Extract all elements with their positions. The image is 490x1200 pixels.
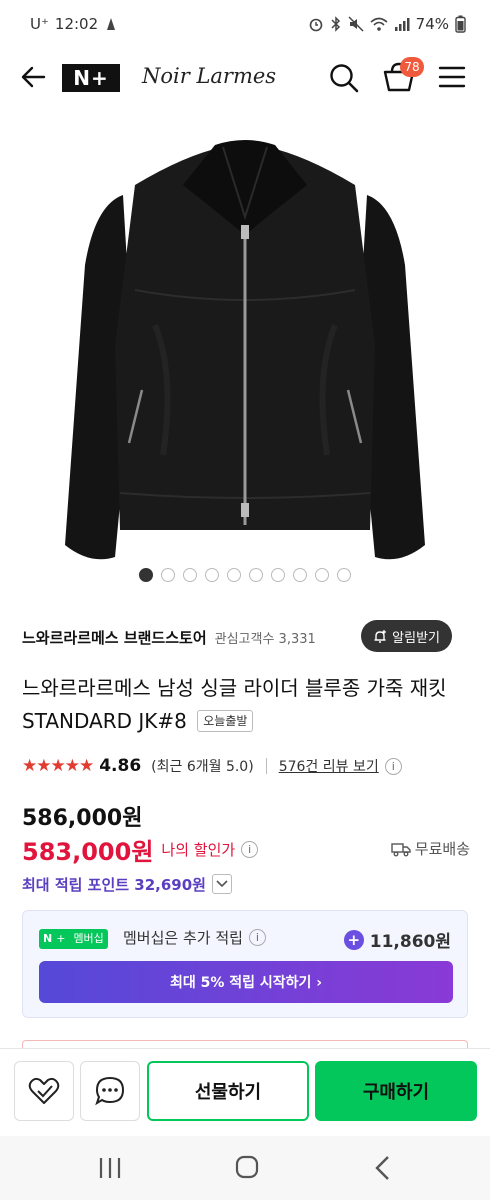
nplus-membership-badge: N + 멤버십	[39, 929, 108, 949]
chevron-down-icon[interactable]	[211, 874, 232, 894]
heart-check-icon	[28, 1077, 60, 1104]
carrier-label: U⁺	[30, 15, 49, 33]
brand-logo[interactable]: Noir Larmes	[142, 64, 276, 88]
gallery-dot[interactable]	[227, 568, 241, 582]
arrow-left-icon	[21, 66, 46, 88]
gallery-dot[interactable]	[139, 568, 153, 582]
search-icon	[330, 64, 359, 93]
membership-label: 멤버십은 추가 적립	[123, 929, 243, 947]
signal-icon	[394, 18, 410, 31]
gallery-dot[interactable]	[183, 568, 197, 582]
truck-icon	[391, 842, 411, 856]
bottom-action-bar: 선물하기 구매하기	[0, 1048, 490, 1134]
gallery-dot[interactable]	[337, 568, 351, 582]
menu-button[interactable]	[438, 64, 466, 90]
status-time: 12:02	[54, 15, 99, 33]
badge-n: N	[39, 929, 57, 949]
star-rating: ★★★★★	[22, 756, 94, 776]
cart-count-badge: 78	[400, 57, 424, 77]
membership-box: N + 멤버십 멤버십은 추가 적립 i + 11,860원 최대 5% 적립 …	[22, 910, 468, 1018]
home-icon	[235, 1155, 259, 1179]
leather-jacket-photo	[65, 140, 425, 560]
status-left: U⁺ 12:02	[30, 15, 118, 33]
membership-text: 멤버십은 추가 적립 i	[123, 927, 266, 948]
store-name-link[interactable]: 느와르라르메스 브랜드스토어	[22, 627, 207, 648]
rating-value: 4.86	[99, 756, 142, 776]
gift-button[interactable]: 선물하기	[147, 1061, 309, 1121]
buy-button[interactable]: 구매하기	[315, 1061, 477, 1121]
info-icon[interactable]: i	[248, 929, 266, 946]
recents-icon	[99, 1158, 121, 1178]
battery-icon	[455, 15, 466, 33]
notification-icon	[107, 18, 116, 30]
gallery-dot[interactable]	[271, 568, 285, 582]
original-price: 586,000원	[22, 806, 143, 831]
gallery-dot[interactable]	[315, 568, 329, 582]
wishlist-button[interactable]	[14, 1061, 74, 1121]
bluetooth-icon	[331, 16, 340, 32]
hamburger-menu-icon	[438, 66, 466, 88]
gallery-dot[interactable]	[205, 568, 219, 582]
recent-rating: (최근 6개월 5.0)	[151, 759, 254, 775]
chevron-left-icon	[375, 1156, 389, 1180]
product-title: 느와르라르메스 남성 싱글 라이더 블루종 가죽 재킷 STANDARD JK#…	[22, 672, 472, 738]
shipping-label: 무료배송	[414, 840, 470, 858]
discount-price: 583,000원	[22, 837, 154, 866]
alarm-icon	[309, 18, 322, 32]
start-membership-button[interactable]: 최대 5% 적립 시작하기 ›	[39, 961, 453, 1003]
top-nav: N+ Noir Larmes 78	[0, 50, 490, 106]
recents-button[interactable]	[96, 1154, 124, 1182]
divider	[265, 758, 267, 774]
gallery-dot[interactable]	[249, 568, 263, 582]
today-shipping-badge: 오늘출발	[197, 710, 254, 732]
system-nav-bar	[0, 1136, 490, 1200]
max-points: 최대 적립 포인트 32,690원	[22, 875, 206, 894]
store-followers: 관심고객수 3,331	[214, 631, 316, 647]
store-row: 느와르라르메스 브랜드스토어 관심고객수 3,331 알림받기	[22, 620, 452, 654]
nplus-logo[interactable]: N+	[62, 64, 120, 92]
review-link[interactable]: 576건 리뷰 보기	[279, 756, 379, 776]
bell-plus-icon	[374, 629, 387, 643]
alarm-subscribe-button[interactable]: 알림받기	[361, 620, 452, 652]
gallery-dot[interactable]	[161, 568, 175, 582]
home-button[interactable]	[234, 1154, 260, 1180]
gallery-dots[interactable]	[0, 568, 490, 582]
plus-circle-icon: +	[343, 929, 364, 950]
product-image[interactable]	[0, 120, 490, 570]
badge-text: 멤버십	[69, 929, 108, 949]
status-bar: U⁺ 12:02 74%	[0, 0, 490, 48]
badge-plus: +	[56, 929, 70, 949]
shipping-info: 무료배송	[391, 838, 470, 859]
alarm-label: 알림받기	[392, 630, 440, 646]
info-icon[interactable]: i	[241, 840, 259, 858]
system-back-button[interactable]	[370, 1154, 396, 1182]
rating-row: ★★★★★ 4.86 (최근 6개월 5.0) 576건 리뷰 보기 i	[22, 754, 402, 778]
chat-button[interactable]	[80, 1061, 140, 1121]
mute-icon	[348, 16, 364, 32]
membership-points-value: 11,860원	[369, 932, 451, 952]
status-right: 74%	[308, 15, 466, 33]
points-row[interactable]: 최대 적립 포인트 32,690원	[22, 872, 232, 896]
battery-label: 74%	[415, 15, 449, 33]
discount-label: 나의 할인가	[161, 840, 236, 859]
chat-bubble-icon	[95, 1076, 125, 1106]
back-button[interactable]	[18, 62, 48, 92]
wifi-icon	[370, 17, 388, 31]
info-icon[interactable]: i	[384, 757, 402, 775]
gallery-dot[interactable]	[293, 568, 307, 582]
search-button[interactable]	[328, 62, 360, 94]
price-row: 583,000원 나의 할인가 i 무료배송	[22, 834, 470, 866]
membership-points: + 11,860원	[343, 927, 451, 952]
